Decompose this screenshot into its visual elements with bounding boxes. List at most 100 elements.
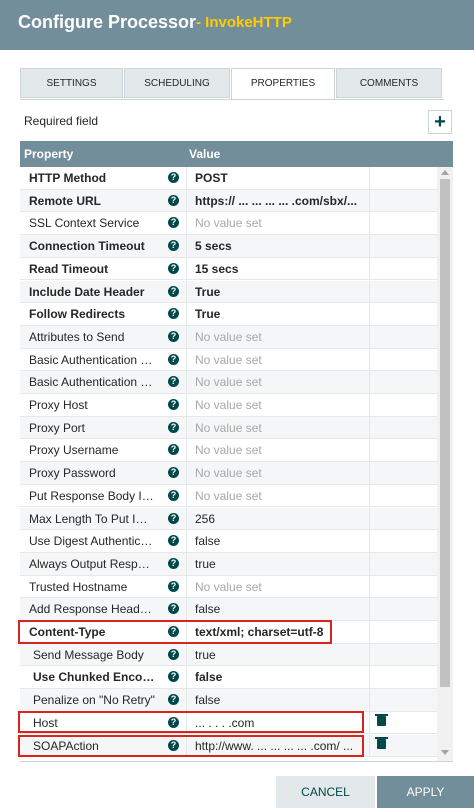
column-divider: [186, 325, 187, 348]
property-row[interactable]: HTTP Method? POST: [20, 167, 437, 190]
help-icon[interactable]: ?: [168, 421, 179, 433]
property-value[interactable]: True: [195, 307, 367, 321]
property-value[interactable]: No value set: [195, 466, 367, 480]
plus-icon: +: [434, 111, 446, 133]
help-icon[interactable]: ?: [168, 217, 179, 229]
column-divider: [369, 711, 370, 734]
property-value[interactable]: No value set: [195, 580, 367, 594]
property-row[interactable]: Put Response Body In ...? No value set: [20, 484, 437, 508]
help-icon[interactable]: ?: [168, 172, 179, 183]
property-row[interactable]: Remote URL? https:// ... ... ... ... .com…: [20, 189, 437, 213]
property-name: SSL Context Service: [29, 216, 140, 231]
property-row[interactable]: SSL Context Service? No value set: [20, 212, 437, 236]
help-icon[interactable]: ?: [168, 194, 179, 206]
property-row[interactable]: Add Response Header...? false: [20, 598, 437, 621]
column-divider: [369, 643, 370, 666]
scroll-down-icon[interactable]: [441, 750, 449, 755]
property-row[interactable]: Trusted Hostname? No value set: [20, 575, 437, 599]
cancel-button[interactable]: CANCEL: [276, 776, 375, 808]
help-icon[interactable]: ?: [168, 489, 179, 501]
property-row[interactable]: Include Date Header? True: [20, 280, 437, 304]
property-value[interactable]: https:// ... ... ... ... .com/sbx/...: [195, 194, 367, 208]
help-icon[interactable]: ?: [168, 262, 179, 274]
tab-properties[interactable]: PROPERTIES: [231, 68, 335, 100]
column-divider: [369, 552, 370, 575]
column-divider: [186, 507, 187, 530]
property-name: Use Chunked Encoding: [33, 670, 158, 685]
delete-icon[interactable]: [375, 713, 388, 726]
help-icon[interactable]: ?: [168, 444, 179, 456]
property-value[interactable]: 15 secs: [195, 262, 367, 276]
help-icon[interactable]: ?: [168, 648, 179, 660]
property-row[interactable]: Proxy Password? No value set: [20, 462, 437, 485]
property-value[interactable]: false: [195, 693, 367, 707]
property-value[interactable]: true: [195, 648, 367, 662]
property-row[interactable]: Proxy Username? No value set: [20, 439, 437, 463]
property-value[interactable]: No value set: [195, 353, 367, 367]
required-field-label: Required field: [24, 114, 99, 128]
column-divider: [369, 280, 370, 303]
column-header-property: Property: [24, 147, 74, 161]
column-divider: [369, 666, 370, 689]
help-icon[interactable]: ?: [168, 467, 179, 479]
property-row[interactable]: Connection Timeout? 5 secs: [20, 235, 437, 258]
help-icon[interactable]: ?: [168, 694, 179, 706]
property-row[interactable]: Use Chunked Encoding? false: [20, 666, 437, 690]
property-row[interactable]: Proxy Host? No value set: [20, 394, 437, 417]
property-value[interactable]: True: [195, 285, 367, 299]
scroll-up-icon[interactable]: [441, 170, 449, 175]
help-icon[interactable]: ?: [168, 399, 179, 410]
property-row[interactable]: Send Message Body? true: [20, 643, 437, 667]
tab-comments[interactable]: COMMENTS: [336, 68, 442, 98]
help-icon[interactable]: ?: [168, 512, 179, 524]
property-value[interactable]: POST: [195, 171, 367, 185]
help-icon[interactable]: ?: [168, 535, 179, 547]
help-icon[interactable]: ?: [168, 285, 179, 297]
property-row[interactable]: Penalize on "No Retry"? false: [20, 689, 437, 712]
property-row[interactable]: Basic Authentication U...? No value set: [20, 348, 437, 372]
help-icon[interactable]: ?: [168, 353, 179, 365]
property-value[interactable]: 256: [195, 512, 367, 526]
tab-scheduling[interactable]: SCHEDULING: [124, 68, 230, 98]
property-value[interactable]: 5 secs: [195, 239, 367, 253]
property-row[interactable]: Always Output Respon...? true: [20, 552, 437, 576]
grid-scroll-thumb[interactable]: [440, 179, 450, 687]
add-property-button[interactable]: +: [428, 110, 452, 134]
property-row[interactable]: Proxy Port? No value set: [20, 416, 437, 440]
property-value[interactable]: false: [195, 602, 367, 616]
property-value[interactable]: true: [195, 557, 367, 571]
help-icon[interactable]: ?: [168, 671, 179, 683]
property-value[interactable]: No value set: [195, 375, 367, 389]
property-value[interactable]: No value set: [195, 398, 367, 412]
property-value[interactable]: false: [195, 670, 367, 684]
delete-icon[interactable]: [375, 736, 388, 749]
property-value[interactable]: false: [195, 534, 367, 548]
property-name: Add Response Header...: [29, 602, 154, 617]
help-icon[interactable]: ?: [168, 603, 179, 615]
property-row[interactable]: Use Digest Authentica...? false: [20, 530, 437, 553]
help-icon[interactable]: ?: [168, 580, 179, 592]
property-row[interactable]: Attributes to Send? No value set: [20, 325, 437, 349]
tab-bar: SETTINGS SCHEDULING PROPERTIES COMMENTS: [20, 68, 444, 100]
column-divider: [186, 280, 187, 303]
column-divider: [186, 167, 187, 189]
help-icon[interactable]: ?: [168, 330, 179, 342]
property-name: Always Output Respon...: [29, 556, 154, 571]
help-icon[interactable]: ?: [168, 308, 179, 320]
apply-button[interactable]: APPLY: [377, 776, 474, 808]
property-row[interactable]: Follow Redirects? True: [20, 303, 437, 326]
tab-settings[interactable]: SETTINGS: [20, 68, 123, 98]
property-value[interactable]: No value set: [195, 216, 367, 230]
help-icon[interactable]: ?: [168, 376, 179, 388]
property-name: Follow Redirects: [29, 307, 126, 322]
property-row[interactable]: Max Length To Put In ...? 256: [20, 507, 437, 531]
property-value[interactable]: No value set: [195, 443, 367, 457]
property-row[interactable]: Basic Authentication P...? No value set: [20, 371, 437, 394]
column-divider: [369, 189, 370, 212]
help-icon[interactable]: ?: [168, 557, 179, 569]
property-value[interactable]: No value set: [195, 489, 367, 503]
property-value[interactable]: No value set: [195, 330, 367, 344]
property-value[interactable]: No value set: [195, 421, 367, 435]
property-row[interactable]: Read Timeout? 15 secs: [20, 257, 437, 281]
help-icon[interactable]: ?: [168, 240, 179, 252]
